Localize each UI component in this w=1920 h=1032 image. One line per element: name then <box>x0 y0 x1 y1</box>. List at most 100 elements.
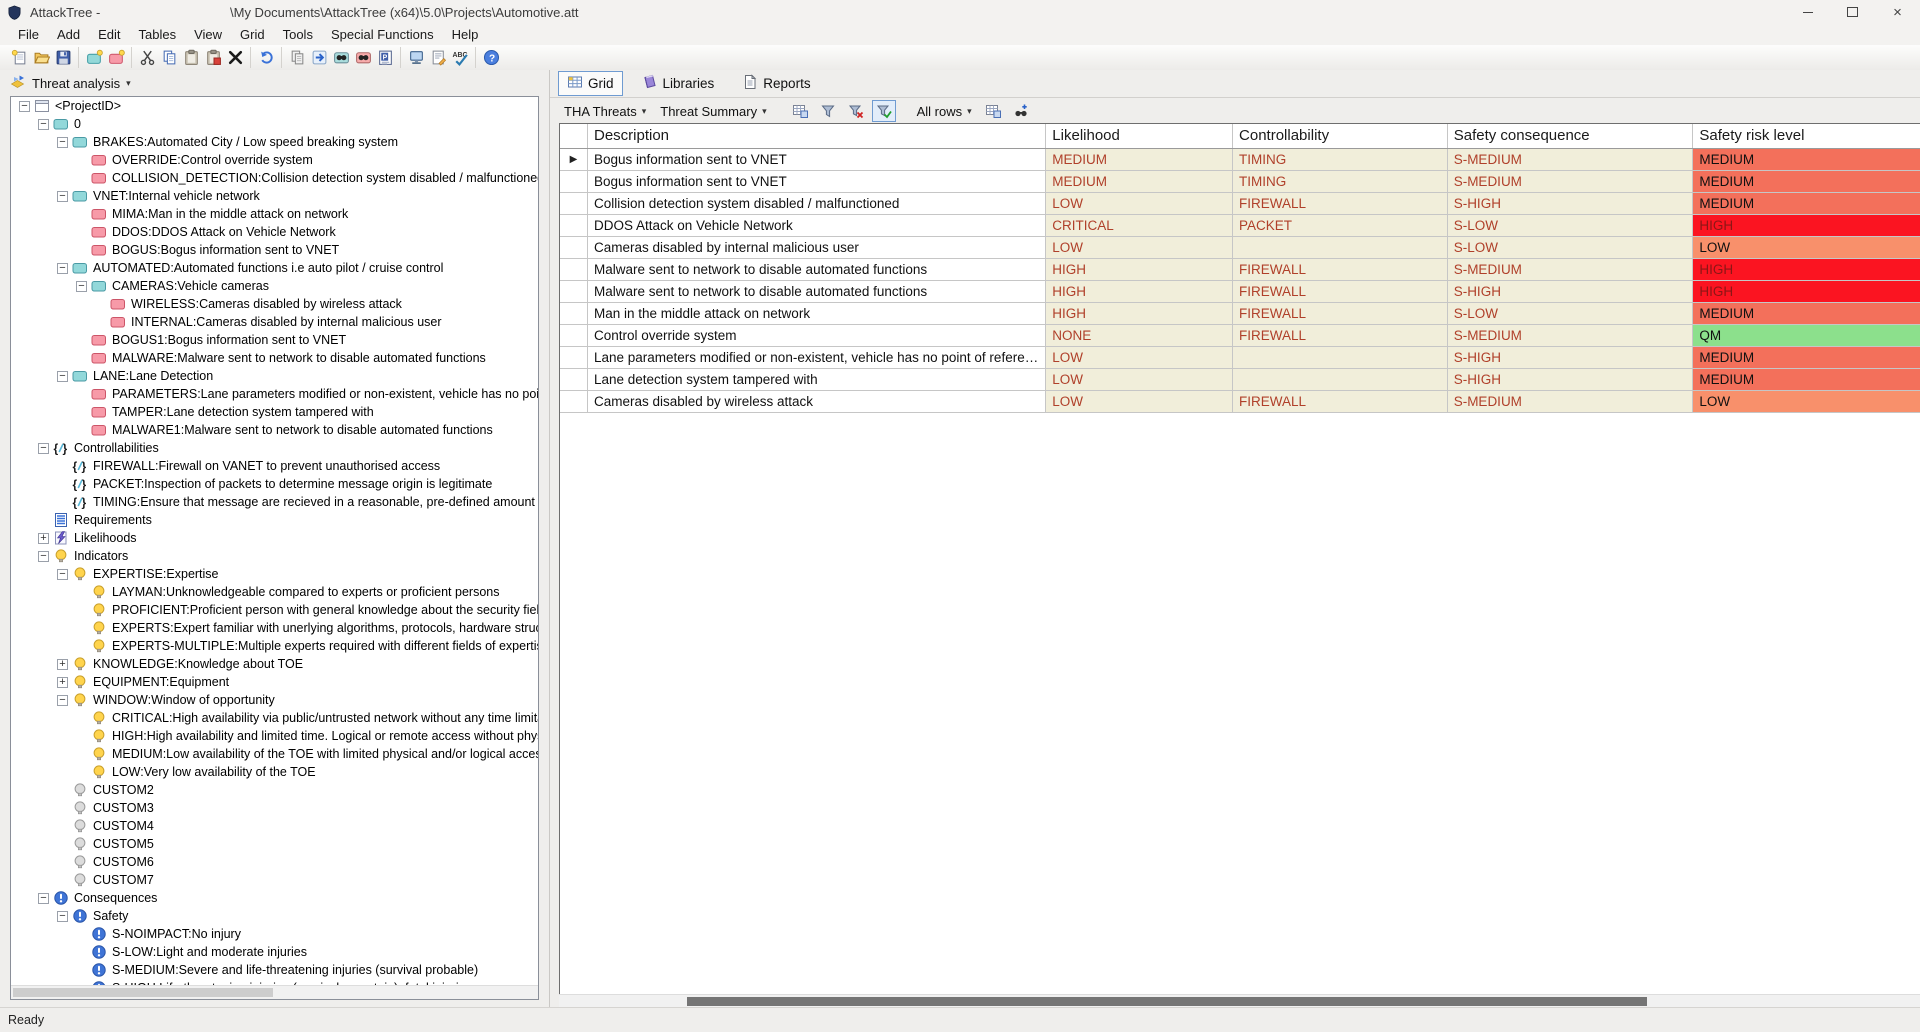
collapse-icon[interactable]: − <box>38 443 49 454</box>
column-header-safety-consequence[interactable]: Safety consequence <box>1448 124 1694 148</box>
tree-item[interactable]: CUSTOM5 <box>11 835 538 853</box>
workstation-icon[interactable] <box>405 47 427 68</box>
tree-item[interactable]: Requirements <box>11 511 538 529</box>
tree-item[interactable]: EXPERTS:Expert familiar with unerlying a… <box>11 619 538 637</box>
row-selector[interactable] <box>560 193 588 215</box>
collapse-icon[interactable]: − <box>57 569 68 580</box>
tree-item[interactable]: CUSTOM2 <box>11 781 538 799</box>
row-selector[interactable] <box>560 325 588 347</box>
tree-item[interactable]: +EQUIPMENT:Equipment <box>11 673 538 691</box>
grid-scrollbar-thumb[interactable] <box>687 997 1647 1006</box>
paste-icon[interactable] <box>180 47 202 68</box>
collapse-icon[interactable]: − <box>76 281 87 292</box>
tree-item[interactable]: EXPERTS-MULTIPLE:Multiple experts requir… <box>11 637 538 655</box>
tree-item[interactable]: MIMA:Man in the middle attack on network <box>11 205 538 223</box>
table-row[interactable]: Malware sent to network to disable autom… <box>560 281 1920 303</box>
tree-item[interactable]: CRITICAL:High availability via public/un… <box>11 709 538 727</box>
tree-item[interactable]: {}TIMING:Ensure that message are recieve… <box>11 493 538 511</box>
collapse-icon[interactable]: − <box>57 263 68 274</box>
export-icon[interactable] <box>308 47 330 68</box>
filter-icon[interactable] <box>816 100 840 122</box>
custom-rows-icon[interactable] <box>981 100 1005 122</box>
tree-item[interactable]: −BRAKES:Automated City / Low speed break… <box>11 133 538 151</box>
table-row[interactable]: Man in the middle attack on networkHIGHF… <box>560 303 1920 325</box>
new-gate-icon[interactable] <box>83 47 105 68</box>
tree-item[interactable]: +KNOWLEDGE:Knowledge about TOE <box>11 655 538 673</box>
undo-icon[interactable] <box>255 47 277 68</box>
tree-item[interactable]: −{}Controllabilities <box>11 439 538 457</box>
tree-item[interactable]: LOW:Very low availability of the TOE <box>11 763 538 781</box>
table-row[interactable]: Cameras disabled by internal malicious u… <box>560 237 1920 259</box>
tree-item[interactable]: WIRELESS:Cameras disabled by wireless at… <box>11 295 538 313</box>
tree-item[interactable]: −Consequences <box>11 889 538 907</box>
tree-item[interactable]: −Safety <box>11 907 538 925</box>
expand-icon[interactable]: + <box>57 659 68 670</box>
menu-special-functions[interactable]: Special Functions <box>322 25 443 44</box>
table-row[interactable]: Bogus information sent to VNETMEDIUMTIMI… <box>560 171 1920 193</box>
menu-tools[interactable]: Tools <box>274 25 322 44</box>
tree-item[interactable]: CUSTOM7 <box>11 871 538 889</box>
report-icon[interactable]: P <box>374 47 396 68</box>
find-row-icon[interactable] <box>1009 100 1033 122</box>
tree-item[interactable]: −WINDOW:Window of opportunity <box>11 691 538 709</box>
tree-item[interactable]: CUSTOM6 <box>11 853 538 871</box>
collapse-icon[interactable]: − <box>38 119 49 130</box>
copy-icon[interactable] <box>158 47 180 68</box>
edit-notes-icon[interactable] <box>427 47 449 68</box>
tree-item[interactable]: MALWARE:Malware sent to network to disab… <box>11 349 538 367</box>
tab-libraries[interactable]: Libraries <box>633 71 724 96</box>
select-columns-icon[interactable] <box>788 100 812 122</box>
tree-item[interactable]: HIGH:High availability and limited time.… <box>11 727 538 745</box>
tree-item[interactable]: TAMPER:Lane detection system tampered wi… <box>11 403 538 421</box>
row-selector[interactable] <box>560 171 588 193</box>
tree-item[interactable]: MALWARE1:Malware sent to network to disa… <box>11 421 538 439</box>
tree-item[interactable]: LAYMAN:Unknowledgeable compared to exper… <box>11 583 538 601</box>
table-row[interactable]: ▶Bogus information sent to VNETMEDIUMTIM… <box>560 149 1920 171</box>
table-row[interactable]: Malware sent to network to disable autom… <box>560 259 1920 281</box>
tree-item[interactable]: −VNET:Internal vehicle network <box>11 187 538 205</box>
view-selector-dropdown[interactable]: Threat Summary ▾ <box>655 102 771 121</box>
tree-item[interactable]: {}FIREWALL:Firewall on VANET to prevent … <box>11 457 538 475</box>
row-selector[interactable] <box>560 347 588 369</box>
tab-reports[interactable]: Reports <box>733 71 819 96</box>
clear-filter-icon[interactable] <box>844 100 868 122</box>
menu-help[interactable]: Help <box>443 25 488 44</box>
tree-scrollbar-thumb[interactable] <box>13 988 273 997</box>
tree-item[interactable]: −0 <box>11 115 538 133</box>
new-document-icon[interactable] <box>8 47 30 68</box>
tree-item[interactable]: S-MEDIUM:Severe and life-threatening inj… <box>11 961 538 979</box>
row-selector[interactable] <box>560 303 588 325</box>
grid-horizontal-scrollbar[interactable] <box>559 994 1920 1008</box>
tree-item[interactable]: S-NOIMPACT:No injury <box>11 925 538 943</box>
table-selector-dropdown[interactable]: THA Threats ▾ <box>559 102 651 121</box>
menu-grid[interactable]: Grid <box>231 25 274 44</box>
maximize-button[interactable] <box>1830 0 1875 24</box>
help-icon[interactable]: ? <box>480 47 502 68</box>
tree-item[interactable]: −<ProjectID> <box>11 97 538 115</box>
expand-icon[interactable]: + <box>57 677 68 688</box>
spell-check-icon[interactable]: ABC <box>449 47 471 68</box>
row-selector[interactable] <box>560 237 588 259</box>
tree-item[interactable]: PROFICIENT:Proficient person with genera… <box>11 601 538 619</box>
collapse-icon[interactable]: − <box>38 893 49 904</box>
column-header-description[interactable]: Description <box>588 124 1046 148</box>
row-selector[interactable] <box>560 391 588 413</box>
menu-tables[interactable]: Tables <box>130 25 186 44</box>
apply-filter-icon[interactable] <box>872 100 896 122</box>
row-selector[interactable] <box>560 369 588 391</box>
table-row[interactable]: Control override systemNONEFIREWALLS-MED… <box>560 325 1920 347</box>
row-selector[interactable] <box>560 259 588 281</box>
cut-icon[interactable] <box>136 47 158 68</box>
tree-horizontal-scrollbar[interactable] <box>11 985 538 999</box>
expand-icon[interactable]: + <box>38 533 49 544</box>
tree-view-selector[interactable]: Threat analysis ▾ <box>0 70 549 96</box>
tree-item[interactable]: S-LOW:Light and moderate injuries <box>11 943 538 961</box>
tab-grid[interactable]: Grid <box>558 71 623 96</box>
open-file-icon[interactable] <box>30 47 52 68</box>
collapse-icon[interactable]: − <box>57 371 68 382</box>
paste-special-icon[interactable] <box>202 47 224 68</box>
menu-add[interactable]: Add <box>48 25 89 44</box>
new-threat-icon[interactable] <box>105 47 127 68</box>
tree-item[interactable]: PARAMETERS:Lane parameters modified or n… <box>11 385 538 403</box>
collapse-icon[interactable]: − <box>57 191 68 202</box>
